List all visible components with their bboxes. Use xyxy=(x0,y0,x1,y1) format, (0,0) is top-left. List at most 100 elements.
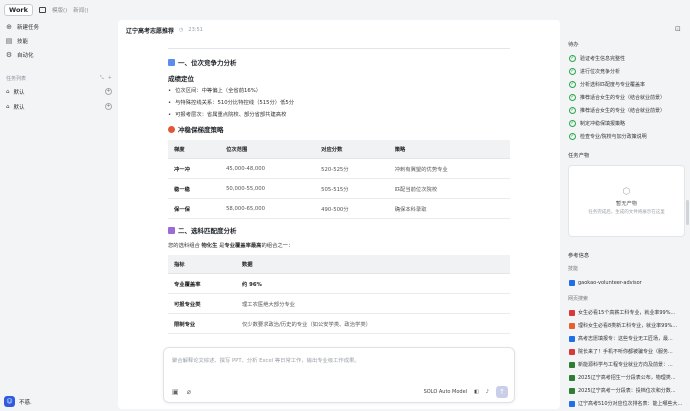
project-item[interactable]: ⌂ 默认 + xyxy=(0,84,118,99)
plus-icon[interactable]: + xyxy=(108,75,112,81)
timestamp: 23:51 xyxy=(188,27,203,33)
project-label: 默认 xyxy=(13,104,25,111)
strategy-table: 梯度 位次范围 对应分数 策略 冲一冲 45,000-48,000 520-52… xyxy=(168,140,510,219)
clock-icon: ◷ xyxy=(179,27,184,33)
table-cell: 专业覆盖率 xyxy=(168,273,236,294)
project-label: 默认 xyxy=(13,89,25,96)
table-cell: 冲刺有冀望的优势专业 xyxy=(388,158,510,179)
scrollbar[interactable] xyxy=(686,200,689,225)
heading-text: 冲稳保梯度策略 xyxy=(178,126,224,134)
record-icon[interactable]: ◧ xyxy=(474,389,479,395)
message-composer[interactable]: 聚合解释论文综述、撰写 PPT、分析 Excel 等日常工作，输出专业级工作成果… xyxy=(163,347,515,403)
paragraph-text: 您的选科组合 xyxy=(168,243,200,249)
table-cell: 限制专业 xyxy=(168,313,236,334)
list-item-text: 可报考层次：省属重点院校、部分省部共建高校 xyxy=(175,112,287,118)
list-item: 位次区间：中等偏上（全省前16%） xyxy=(168,88,510,94)
sidebar-item-label: 自动化 xyxy=(17,53,34,59)
folder-icon: ⌂ xyxy=(6,88,10,95)
task-item: ✓ 推荐适合女生的专业（结合就业前景） xyxy=(563,91,690,104)
tab-templates[interactable]: 模版() xyxy=(52,6,67,14)
empty-description: 任务完成后，生成的文件将展示在这里 xyxy=(588,210,665,215)
reference-item[interactable]: 院长来了！手机不听你都被骗专业（服务... xyxy=(563,345,690,358)
task-label: 检查专业/院校与加分政策说明 xyxy=(580,134,647,140)
reference-item[interactable]: 高考志愿填报专：这些专业无工匠场，最... xyxy=(563,332,690,345)
reference-list: 女生必看15个高薪工科专业，就业率99%... 理科女生必看8类新工科专业，就业率… xyxy=(563,306,690,411)
reference-item[interactable]: 2025辽宁高考一分段表：投档位次和分数... xyxy=(563,384,690,397)
table-row: 保一保 58,000-65,000 490-500分 确保本科录取 xyxy=(168,198,510,219)
tasks-title: 待办 xyxy=(568,42,579,48)
table-cell: 可报专业类 xyxy=(168,293,236,314)
reference-item[interactable]: 辽宁高考510分对应位次排名表：能上哪些大... xyxy=(563,397,690,410)
skill-label: gaokao-volunteer-advisor xyxy=(578,279,642,286)
task-label: 分析选科匹配度与专业覆盖率 xyxy=(580,82,646,88)
column-header: 位次范围 xyxy=(220,140,316,159)
column-header: 梯度 xyxy=(168,140,221,159)
column-header: 指标 xyxy=(168,255,236,274)
arrow-up-icon: ↑ xyxy=(499,388,505,396)
user-profile[interactable]: ☺ 不惑. xyxy=(4,396,32,407)
table-cell: 490-500分 xyxy=(315,198,389,219)
reference-item[interactable]: 2025辽宁高考招生一分段表公布，物理类... xyxy=(563,371,690,384)
table-row: 冲一冲 45,000-48,000 520-525分 冲刺有冀望的优势专业 xyxy=(168,158,510,179)
heading-text: 一、位次竞争力分析 xyxy=(178,59,237,67)
site-favicon-icon xyxy=(569,387,575,394)
table-row: 可报专业类 理工农医绝大部分专业 xyxy=(168,293,510,314)
document-content: 一、位次竞争力分析 成绩定位 位次区间：中等偏上（全省前16%） 与特殊控线关系… xyxy=(168,48,510,340)
section-heading: 二、选科匹配度分析 xyxy=(168,225,510,235)
work-button[interactable]: Work xyxy=(4,4,33,16)
check-icon: ✓ xyxy=(569,55,576,62)
gear-icon: ⚙ xyxy=(5,51,13,59)
list-item-text: 与特殊控线关系：510分比特控线（515分）低5分 xyxy=(175,100,295,106)
skill-item[interactable]: gaokao-volunteer-advisor xyxy=(563,276,690,289)
add-icon[interactable]: + xyxy=(105,103,112,110)
check-icon: ✓ xyxy=(569,107,576,114)
mic-icon[interactable]: ♪ xyxy=(486,389,489,395)
sidebar: ⊕ 新建任务 ▤ 技能 ⚙ 自动化 任务列表 ⤡ + ⌂ 默认 + ⌂ 默认 + ☺ 不惑. xyxy=(0,20,118,411)
table-cell: 45,000-48,000 xyxy=(220,158,316,179)
heading-text: 二、选科匹配度分析 xyxy=(178,227,237,235)
link-icon xyxy=(168,226,175,234)
project-item[interactable]: ⌂ 默认 + xyxy=(0,99,118,114)
sidebar-toggle-icon[interactable] xyxy=(38,7,46,13)
reference-item[interactable]: 新能源科学与工程专业就业方向及前景：... xyxy=(563,358,690,371)
user-name: 不惑. xyxy=(19,399,32,406)
task-item: ✓ 分析选科匹配度与专业覆盖率 xyxy=(563,78,690,91)
sidebar-item-skills[interactable]: ▤ 技能 xyxy=(0,34,118,48)
table-cell: 冲一冲 xyxy=(168,158,221,179)
send-button[interactable]: ↑ xyxy=(496,386,508,398)
check-icon: ✓ xyxy=(569,120,576,127)
tab-news[interactable]: 新闻() xyxy=(73,6,88,14)
reference-item[interactable]: 理科女生必看8类新工科专业，就业率99%... xyxy=(563,319,690,332)
sidebar-item-label: 技能 xyxy=(17,39,29,45)
paragraph-bold: 专业覆盖率最高 xyxy=(224,243,262,249)
target-icon xyxy=(168,125,175,133)
table-header-row: 指标 数据 xyxy=(168,255,510,274)
section-heading: 一、位次竞争力分析 xyxy=(168,57,510,67)
composer-tools: ▣ ⌀ xyxy=(172,388,191,396)
sidebar-item-label: 新建任务 xyxy=(17,25,40,31)
task-item: ✓ 进行位次竞争分析 xyxy=(563,65,690,78)
add-icon[interactable]: + xyxy=(105,88,112,95)
paragraph: 您的选科组合 物化生 是专业覆盖率最高的组合之一： xyxy=(168,241,510,249)
web-search-label: 网页搜索 xyxy=(568,296,589,302)
sidebar-item-automation[interactable]: ⚙ 自动化 xyxy=(0,48,118,62)
reference-label: 2025辽宁高考招生一分段表公布，物理类... xyxy=(578,375,676,381)
paragraph-bold: 物化生 xyxy=(201,243,218,249)
image-icon[interactable]: ▣ xyxy=(172,388,179,396)
task-label: 验证考生信息完整性 xyxy=(580,56,626,62)
table-cell: 稳一稳 xyxy=(168,178,221,199)
composer-input[interactable]: 聚合解释论文综述、撰写 PPT、分析 Excel 等日常工作，输出专业级工作成果… xyxy=(172,356,360,364)
subheading: 成绩定位 xyxy=(168,75,194,83)
collapse-icon[interactable]: ⤡ xyxy=(100,75,104,81)
site-favicon-icon xyxy=(569,348,575,355)
artifact-empty-state: ⬡ 暂无产物 任务完成后，生成的文件将展示在这里 xyxy=(568,165,685,237)
check-icon: ✓ xyxy=(569,133,576,140)
reference-item[interactable]: 女生必看15个高薪工科专业，就业率99%... xyxy=(563,306,690,319)
main-panel: 辽宁高考志愿推荐 ◷ 23:51 一、位次竞争力分析 成绩定位 位次区间：中等偏… xyxy=(118,20,560,409)
table-cell: 理工农医绝大部分专业 xyxy=(236,293,510,314)
sidebar-item-new-task[interactable]: ⊕ 新建任务 xyxy=(0,20,118,34)
task-label: 制定冲稳保填报策略 xyxy=(580,121,626,127)
model-selector[interactable]: SOLO Auto Model xyxy=(424,389,467,395)
panel-toggle-icon[interactable]: ⊡ xyxy=(675,25,681,33)
attach-icon[interactable]: ⌀ xyxy=(187,388,191,396)
